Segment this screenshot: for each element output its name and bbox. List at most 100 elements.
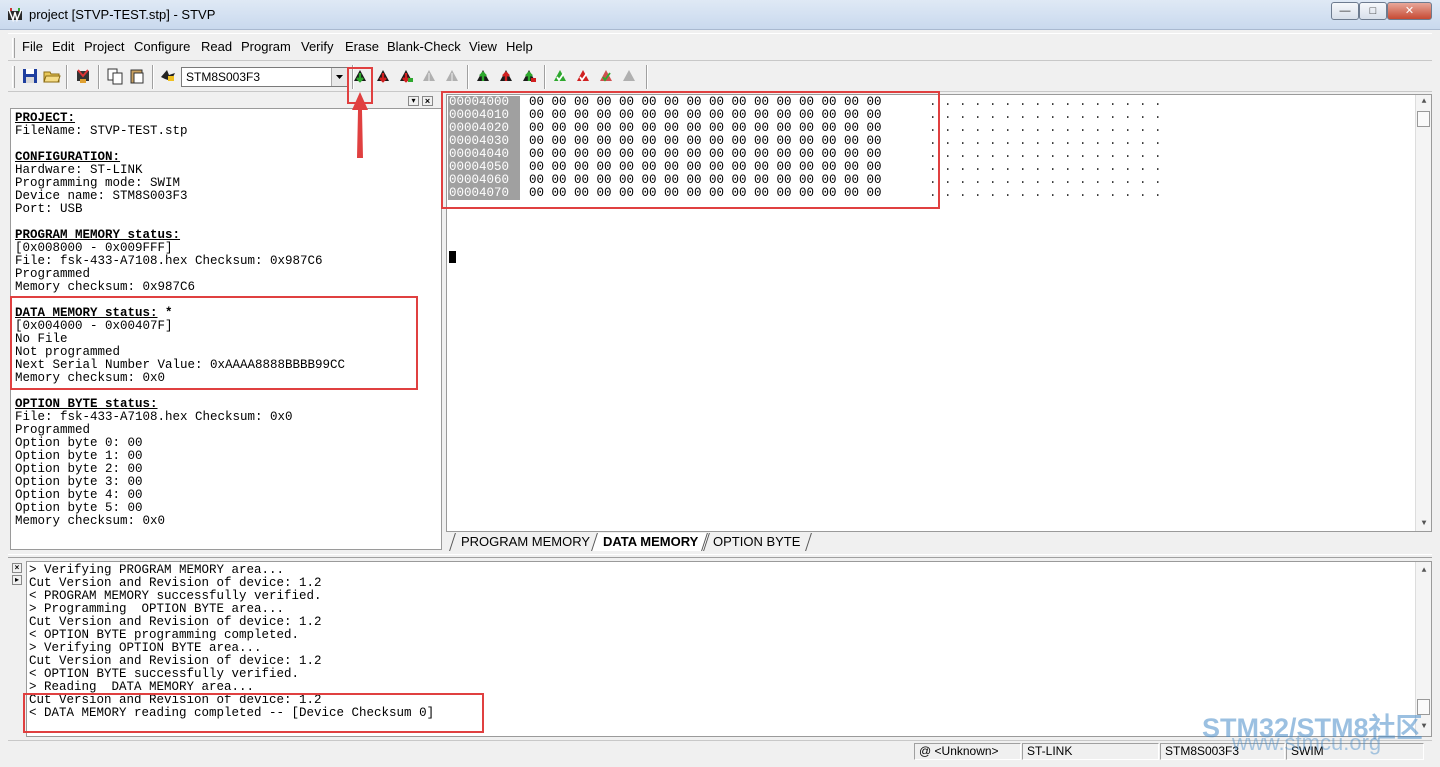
log-pane-header: × ▸: [8, 561, 26, 737]
read-disabled-icon: [423, 70, 435, 81]
info-text: PROJECT:: [15, 111, 76, 125]
status-address: @ <Unknown>: [914, 743, 1021, 760]
scroll-thumb[interactable]: [1417, 111, 1430, 127]
copy-icon[interactable]: [106, 67, 124, 85]
pane-splitter[interactable]: [8, 554, 1432, 558]
info-text: DATA MEMORY status:: [15, 306, 158, 320]
log-line: < DATA MEMORY reading completed -- [Devi…: [29, 706, 435, 720]
toolbar-separator: [152, 65, 154, 89]
menu-blank-check[interactable]: Blank-Check: [387, 39, 461, 54]
menu-configure[interactable]: Configure: [134, 39, 190, 54]
memory-tabs: PROGRAM MEMORY DATA MEMORY OPTION BYTE: [446, 532, 1432, 552]
info-text: Memory checksum: 0x987C6: [15, 280, 196, 294]
menu-view[interactable]: View: [469, 39, 497, 54]
menu-project[interactable]: Project: [84, 39, 124, 54]
info-text: Option byte 4: 00: [15, 488, 143, 502]
chevron-down-icon[interactable]: [331, 68, 347, 86]
device-select[interactable]: STM8S003F3: [181, 67, 348, 87]
program-all-icon[interactable]: [520, 67, 538, 85]
tab-data-memory[interactable]: DATA MEMORY: [591, 533, 711, 551]
scroll-up-icon[interactable]: ▲: [1419, 97, 1429, 107]
tab-program-memory[interactable]: PROGRAM MEMORY: [449, 533, 602, 551]
tab-label: PROGRAM MEMORY: [461, 534, 591, 549]
menu-help[interactable]: Help: [506, 39, 533, 54]
scroll-down-icon[interactable]: ▼: [1419, 722, 1429, 732]
pin-icon[interactable]: ▸: [12, 575, 22, 585]
info-text: Option byte 1: 00: [15, 449, 143, 463]
info-text: Option byte 3: 00: [15, 475, 143, 489]
info-text: Option byte 2: 00: [15, 462, 143, 476]
toolbar-separator: [98, 65, 100, 89]
log-vertical-scrollbar[interactable]: ▲ ▼: [1415, 562, 1431, 736]
read-all-tabs-icon[interactable]: [374, 67, 392, 85]
editor-vertical-scrollbar[interactable]: ▲ ▼: [1415, 95, 1431, 531]
info-text: Memory checksum: 0x0: [15, 371, 166, 385]
program-all-tabs-icon[interactable]: [497, 67, 515, 85]
close-icon[interactable]: ×: [12, 563, 22, 573]
info-text: Option byte 0: 00: [15, 436, 143, 450]
hex-address: 00004070: [448, 187, 520, 200]
menu-read[interactable]: Read: [201, 39, 232, 54]
hex-bytes[interactable]: 00 00 00 00 00 00 00 00 00 00 00 00 00 0…: [529, 187, 882, 200]
info-text: File: fsk-433-A7108.hex Checksum: 0x987C…: [15, 254, 323, 268]
device-select-value: STM8S003F3: [186, 70, 261, 84]
menu-program[interactable]: Program: [241, 39, 291, 54]
hex-ascii: . . . . . . . . . . . . . . . .: [929, 186, 1162, 200]
info-line: FileName: STVP-TEST.stp: [15, 125, 188, 138]
menu-grip[interactable]: [12, 38, 15, 58]
tab-label: OPTION BYTE: [713, 534, 801, 549]
modified-marker: *: [157, 306, 173, 320]
program-current-tab-icon[interactable]: [474, 67, 492, 85]
info-text: CONFIGURATION:: [15, 150, 121, 164]
tab-option-byte[interactable]: OPTION BYTE: [701, 533, 813, 551]
maximize-button[interactable]: □: [1359, 2, 1387, 20]
read-all-icon[interactable]: [397, 67, 415, 85]
menu-edit[interactable]: Edit: [52, 39, 74, 54]
info-panel: PROJECT: FileName: STVP-TEST.stp CONFIGURA…: [10, 108, 442, 550]
scroll-down-icon[interactable]: ▼: [1419, 519, 1429, 529]
verify-icon[interactable]: [551, 67, 569, 85]
verify-options-icon[interactable]: [597, 67, 615, 85]
close-icon[interactable]: ×: [422, 96, 433, 106]
chip-icon[interactable]: [74, 67, 92, 85]
toolbar: STM8S003F3: [8, 62, 1432, 92]
info-text: Device name: STM8S003F3: [15, 189, 188, 203]
minimize-button[interactable]: —: [1331, 2, 1359, 20]
info-text: No File: [15, 332, 68, 346]
info-text: Port: USB: [15, 202, 83, 216]
tab-label: DATA MEMORY: [603, 534, 699, 549]
close-window-button[interactable]: ✕: [1387, 2, 1432, 20]
verify-disabled-icon: [623, 70, 635, 81]
save-icon[interactable]: [21, 67, 39, 85]
menu-bar: File Edit Project Configure Read Program…: [8, 33, 1432, 61]
status-mode: SWIM: [1286, 743, 1424, 760]
toolbar-separator: [66, 65, 68, 89]
info-text: FileName: STVP-TEST.stp: [15, 124, 188, 138]
status-hardware: ST-LINK: [1022, 743, 1159, 760]
status-bar: @ <Unknown> ST-LINK STM8S003F3 SWIM: [8, 740, 1432, 761]
scroll-up-icon[interactable]: ▲: [1419, 566, 1429, 576]
stvp-app-icon: [8, 8, 22, 23]
open-icon[interactable]: [43, 67, 61, 85]
menu-erase[interactable]: Erase: [345, 39, 379, 54]
paste-icon[interactable]: [128, 67, 146, 85]
scroll-thumb[interactable]: [1417, 699, 1430, 715]
window-title: project [STVP-TEST.stp] - STVP: [29, 7, 216, 22]
info-text: PROGRAM MEMORY status:: [15, 228, 181, 242]
verify-all-icon[interactable]: [574, 67, 592, 85]
menu-verify[interactable]: Verify: [301, 39, 334, 54]
pin-icon[interactable]: ▾: [408, 96, 419, 106]
toolbar-separator: [544, 65, 546, 89]
info-line: Port: USB: [15, 203, 83, 216]
info-text: Next Serial Number Value: 0xAAAA8888BBBB…: [15, 358, 346, 372]
info-text: Option byte 5: 00: [15, 501, 143, 515]
read-chip-icon[interactable]: [159, 67, 177, 85]
info-line: Memory checksum: 0x987C6: [15, 281, 195, 294]
memory-editor[interactable]: 00004000 00 00 00 00 00 00 00 00 00 00 00…: [446, 94, 1432, 532]
menu-file[interactable]: File: [22, 39, 43, 54]
toolbar-grip[interactable]: [12, 66, 15, 88]
text-caret: [449, 251, 456, 263]
info-text: Not programmed: [15, 345, 121, 359]
info-text: File: fsk-433-A7108.hex Checksum: 0x0: [15, 410, 293, 424]
read-current-tab-icon[interactable]: [351, 67, 369, 85]
